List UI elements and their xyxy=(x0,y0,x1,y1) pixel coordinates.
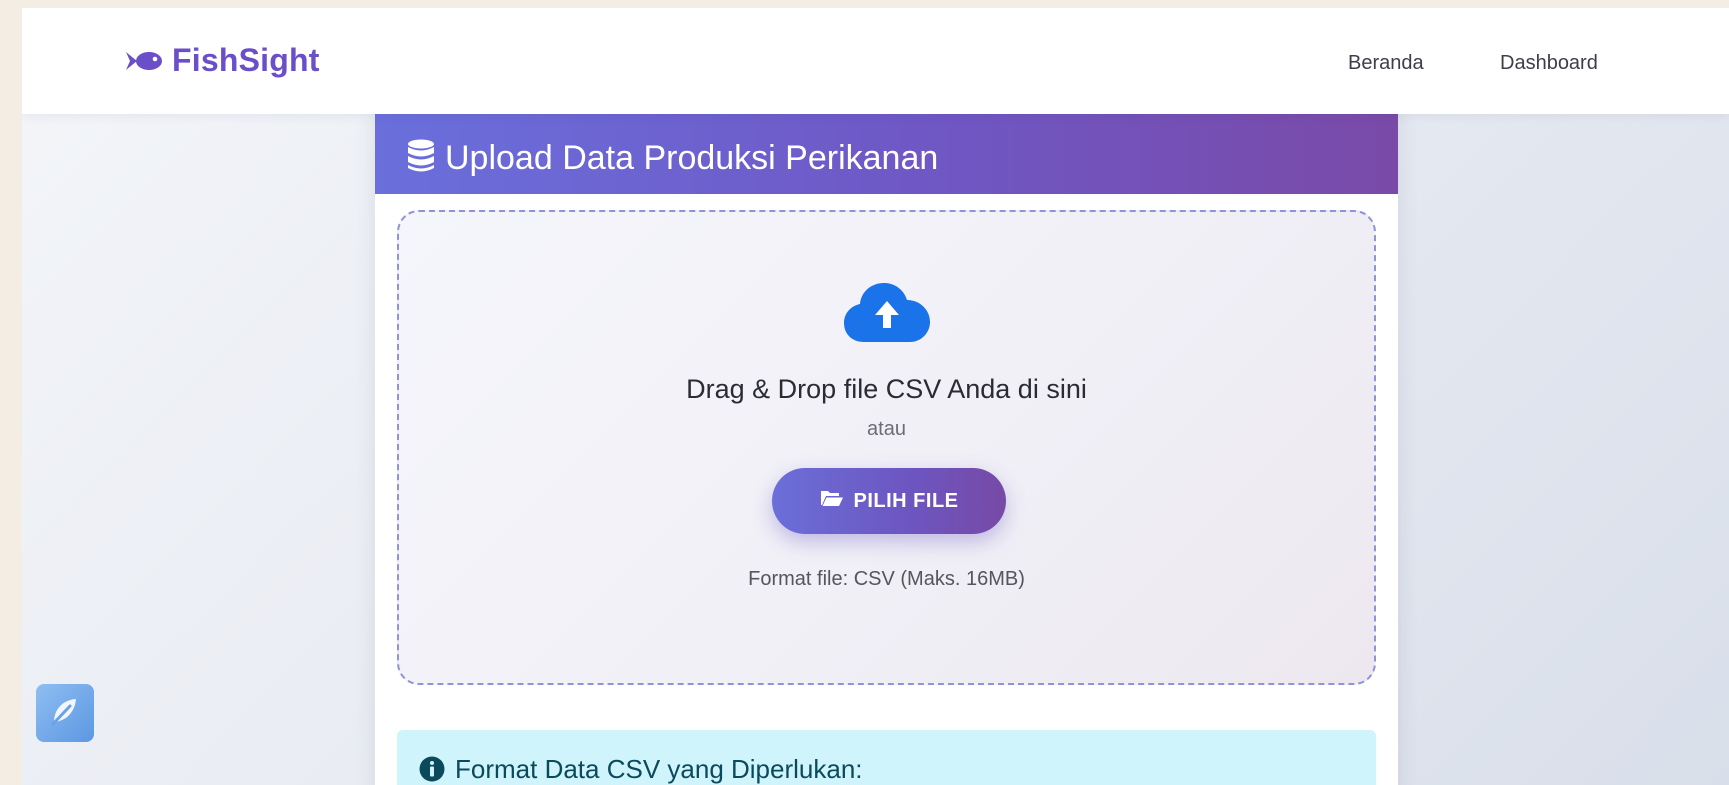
dropzone-title: Drag & Drop file CSV Anda di sini xyxy=(686,374,1087,404)
info-circle-icon xyxy=(419,754,445,785)
folder-open-icon xyxy=(820,489,844,513)
nav-link-beranda[interactable]: Beranda xyxy=(1348,52,1424,75)
fish-icon xyxy=(124,49,164,73)
nav-link-dashboard[interactable]: Dashboard xyxy=(1500,52,1598,75)
app-viewport: FishSight Beranda Dashboard Upload Data … xyxy=(22,8,1729,785)
database-icon xyxy=(407,139,435,178)
csv-format-info-title: Format Data CSV yang Diperlukan: xyxy=(455,754,863,784)
file-dropzone[interactable]: Drag & Drop file CSV Anda di sini atau P… xyxy=(397,210,1376,685)
choose-file-label: PILIH FILE xyxy=(853,489,959,512)
cloud-upload-icon xyxy=(844,282,930,349)
upload-card-header: Upload Data Produksi Perikanan xyxy=(375,104,1398,194)
dropzone-or-text: atau xyxy=(867,418,906,440)
page-title: Upload Data Produksi Perikanan xyxy=(445,138,939,177)
feather-icon xyxy=(48,694,82,733)
brand-logo[interactable]: FishSight xyxy=(124,42,320,79)
brand-name: FishSight xyxy=(172,42,320,78)
upload-card: Upload Data Produksi Perikanan Drag & Dr… xyxy=(375,104,1398,785)
file-format-note: Format file: CSV (Maks. 16MB) xyxy=(748,568,1025,590)
floating-action-button[interactable] xyxy=(36,684,94,742)
choose-file-button[interactable]: PILIH FILE xyxy=(772,468,1006,534)
csv-format-info-box: Format Data CSV yang Diperlukan: xyxy=(397,730,1376,785)
navbar: FishSight Beranda Dashboard xyxy=(22,8,1729,114)
